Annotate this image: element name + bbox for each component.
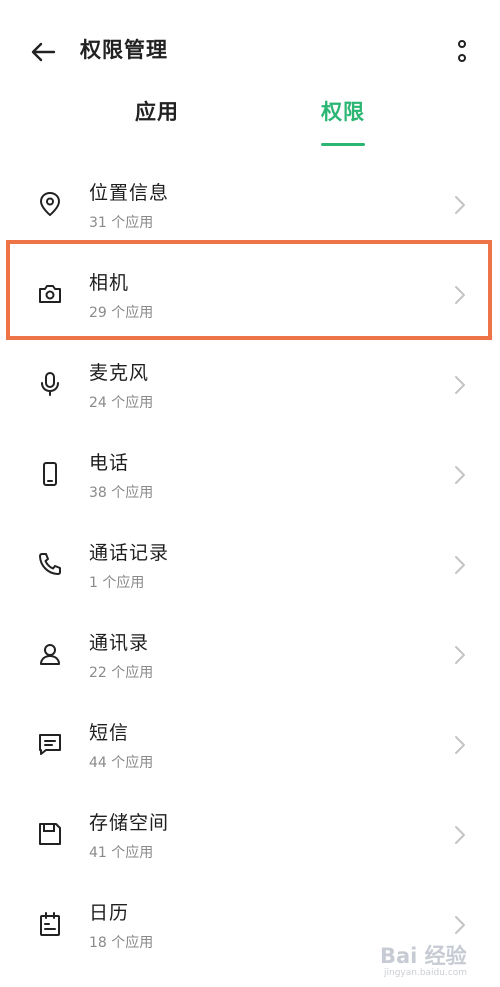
permission-row-camera[interactable]: 相机 29 个应用: [0, 250, 500, 340]
permission-app-count: 29 个应用: [89, 305, 154, 321]
permission-row-location[interactable]: 位置信息 31 个应用: [0, 160, 500, 250]
chevron-right-icon: [455, 286, 465, 304]
permission-app-count: 31 个应用: [89, 215, 154, 231]
permission-title: 通话记录: [89, 542, 170, 564]
chevron-right-icon: [455, 736, 465, 754]
permission-app-count: 22 个应用: [89, 665, 154, 681]
active-tab-indicator: [321, 143, 365, 146]
tab-permissions[interactable]: 权限: [321, 96, 365, 126]
permission-title: 位置信息: [89, 182, 170, 204]
chevron-right-icon: [455, 916, 465, 934]
app-header: 权限管理: [0, 0, 500, 100]
permission-title: 存储空间: [89, 812, 170, 834]
chevron-right-icon: [455, 466, 465, 484]
chevron-right-icon: [455, 376, 465, 394]
permission-app-count: 18 个应用: [89, 935, 154, 951]
permission-title: 通讯录: [89, 632, 150, 654]
baidu-watermark: Bai 经验 jingyan.baidu.com: [380, 940, 496, 984]
permission-app-count: 38 个应用: [89, 485, 154, 501]
phone-handset-icon: [39, 553, 61, 575]
page-title: 权限管理: [80, 38, 168, 62]
camera-icon: [39, 285, 61, 303]
calendar-icon: [40, 912, 60, 936]
phone-device-icon: [43, 462, 57, 486]
permission-title: 短信: [89, 722, 130, 744]
permission-app-count: 41 个应用: [89, 845, 154, 861]
chevron-right-icon: [455, 826, 465, 844]
person-icon: [40, 644, 60, 665]
permission-row-sms[interactable]: 短信 44 个应用: [0, 700, 500, 790]
permission-row-storage[interactable]: 存储空间 41 个应用: [0, 790, 500, 880]
more-options-icon[interactable]: [450, 38, 474, 66]
chevron-right-icon: [455, 646, 465, 664]
microphone-icon: [41, 372, 59, 396]
chevron-right-icon: [455, 196, 465, 214]
location-pin-icon: [40, 192, 60, 216]
permission-app-count: 1 个应用: [89, 575, 145, 591]
chevron-right-icon: [455, 556, 465, 574]
permission-row-microphone[interactable]: 麦克风 24 个应用: [0, 340, 500, 430]
permission-row-call-log[interactable]: 通话记录 1 个应用: [0, 520, 500, 610]
permission-row-phone[interactable]: 电话 38 个应用: [0, 430, 500, 520]
back-arrow-icon[interactable]: [28, 37, 58, 67]
permission-list: 位置信息 31 个应用 相机 29 个应用 麦克风 24 个应用 电话 38 个…: [0, 160, 500, 970]
permission-app-count: 24 个应用: [89, 395, 154, 411]
tab-apps[interactable]: 应用: [135, 96, 179, 126]
permission-row-contacts[interactable]: 通讯录 22 个应用: [0, 610, 500, 700]
permission-title: 相机: [89, 272, 130, 294]
message-icon: [39, 734, 61, 755]
watermark-logo-text: Bai 经验: [380, 944, 467, 968]
permission-title: 麦克风: [89, 362, 150, 384]
permission-title: 日历: [89, 902, 130, 924]
watermark-url: jingyan.baidu.com: [384, 968, 468, 978]
permission-app-count: 44 个应用: [89, 755, 154, 771]
storage-icon: [39, 823, 61, 845]
tab-bar: 应用 权限: [0, 96, 500, 146]
permission-title: 电话: [89, 452, 130, 474]
